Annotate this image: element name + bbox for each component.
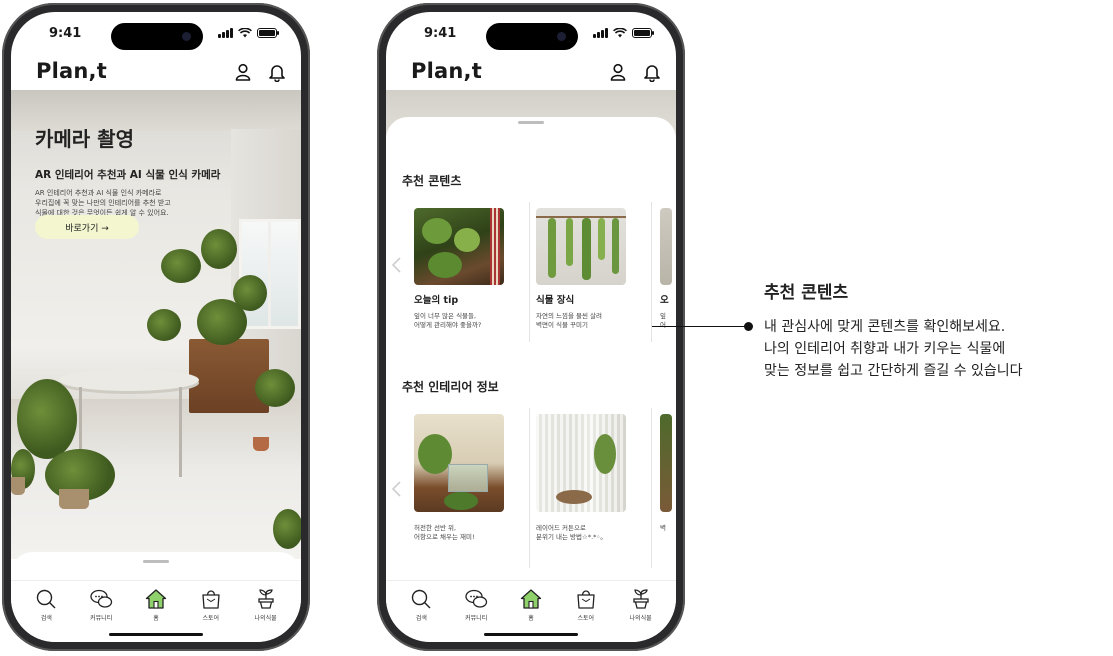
card-image-partial [660,414,672,512]
status-time: 9:41 [49,26,82,41]
notification-bell-icon[interactable] [642,62,662,82]
card-image-hanging-plants [536,208,626,285]
card-image-aquarium-shelf [414,414,504,512]
battery-icon [257,28,279,38]
phone-screen: 9:41 Plan,t 카메라 촬영 AR 인테리어 추천과 AI 식물 인식 … [11,12,301,642]
tab-home[interactable]: 홈 [504,587,559,622]
shortcut-button[interactable]: 바로가기 → [35,215,139,239]
battery-icon [632,28,654,38]
phone-mockup-home: 9:41 Plan,t 카메라 촬영 AR 인테리어 추천과 AI 식물 인식 … [2,3,310,651]
shopping-bag-icon [577,590,595,609]
annotation-body: 내 관심사에 맞게 콘텐츠를 확인해보세요. 나의 인테리어 취향과 내가 키우… [764,319,1023,379]
recommendations-bottom-sheet[interactable]: 추천 콘텐츠 오늘의 tip 잎이 너무 많은 식물들, 어떻게 관리해야 좋을… [386,117,676,582]
home-indicator[interactable] [109,633,203,636]
status-bar: 9:41 [386,12,676,56]
wifi-icon [238,28,252,38]
content-card[interactable]: 오늘의 tip 잎이 너무 많은 식물들, 어떻게 관리해야 좋을까? [404,208,514,330]
hero-description: AR 인테리어 추천과 AI 식물 인식 카메라로 우리집에 꼭 맞는 나만의 … [35,189,171,217]
app-logo[interactable]: Plan,t [411,59,482,83]
card-image-partial [660,208,672,285]
dynamic-island [111,23,203,50]
home-icon [520,589,542,609]
tab-community[interactable]: 커뮤니티 [74,587,129,622]
notification-bell-icon[interactable] [267,62,287,82]
phone-screen: 9:41 Plan,t 추천 콘텐츠 오늘의 tip 잎이 너무 많은 식물들,… [386,12,676,642]
dynamic-island [486,23,578,50]
chat-bubbles-icon [90,589,113,608]
sheet-drag-handle[interactable] [143,560,169,563]
home-icon [145,589,167,609]
hero-subtitle: AR 인테리어 추천과 AI 식물 인식 카메라 [35,169,221,181]
cellular-signal-icon [218,28,233,38]
card-title: 오 [660,295,669,306]
sheet-drag-handle[interactable] [518,121,544,124]
card-description: 자연의 느낌을 물씬 살려 벽면이 식물 꾸미기 [536,312,602,329]
status-time: 9:41 [424,26,457,41]
annotation-dot [744,322,753,331]
hero-title: 카메라 촬영 [35,127,134,151]
card-image-layered-curtains [536,414,626,512]
tab-home[interactable]: 홈 [129,587,184,622]
card-title: 식물 장식 [536,295,575,306]
tab-store[interactable]: 스토어 [558,587,613,622]
interior-card-partial[interactable]: 벽 [650,414,676,533]
annotation-title: 추천 콘텐츠 [764,283,849,303]
interior-card[interactable]: 레이어드 커튼으로 분위기 내는 방법☆*.*◦。 [526,414,636,542]
shopping-bag-icon [202,590,220,609]
user-profile-icon[interactable] [608,62,628,82]
tab-store[interactable]: 스토어 [183,587,238,622]
status-bar: 9:41 [11,12,301,56]
card-description: 레이어드 커튼으로 분위기 내는 방법☆*.*◦。 [536,524,607,541]
card-image-plant-shelf [414,208,504,285]
wifi-icon [613,28,627,38]
app-header: Plan,t [386,56,676,90]
annotation-connector-line [652,326,747,327]
app-logo[interactable]: Plan,t [36,59,107,83]
user-profile-icon[interactable] [233,62,253,82]
content-card[interactable]: 식물 장식 자연의 느낌을 물씬 살려 벽면이 식물 꾸미기 [526,208,636,330]
tab-my-plants[interactable]: 나의식물 [613,587,668,622]
chevron-left-icon[interactable] [390,480,402,498]
chevron-left-icon[interactable] [390,256,402,274]
tab-community[interactable]: 커뮤니티 [449,587,504,622]
search-icon [37,589,56,609]
plant-pot-icon [257,589,274,609]
plant-pot-icon [632,589,649,609]
card-description: 벽 [660,524,666,532]
interior-card[interactable]: 허전한 선반 위, 어항으로 채우는 재미! [404,414,514,542]
tab-my-plants[interactable]: 나의식물 [238,587,293,622]
content-card-partial[interactable]: 오 잎 어 [650,208,676,330]
card-description: 잎이 너무 많은 식물들, 어떻게 관리해야 좋을까? [414,312,482,329]
bottom-tab-bar: 검색 커뮤니티 홈 스토어 나의식물 [11,580,301,642]
card-description: 허전한 선반 위, 어항으로 채우는 재미! [414,524,475,541]
tab-search[interactable]: 검색 [394,587,449,622]
hero-banner-photo[interactable]: 카메라 촬영 AR 인테리어 추천과 AI 식물 인식 카메라 AR 인테리어 … [11,89,301,559]
section-title-recommended-content: 추천 콘텐츠 [402,174,462,188]
card-title: 오늘의 tip [414,295,459,306]
chat-bubbles-icon [465,589,488,608]
home-indicator[interactable] [484,633,578,636]
section-title-interior-info: 추천 인테리어 정보 [402,380,499,394]
phone-mockup-recommendations: 9:41 Plan,t 추천 콘텐츠 오늘의 tip 잎이 너무 많은 식물들,… [377,3,685,651]
app-header: Plan,t [11,56,301,90]
search-icon [412,589,431,609]
cellular-signal-icon [593,28,608,38]
card-description: 잎 어 [660,312,666,329]
bottom-tab-bar: 검색 커뮤니티 홈 스토어 나의식물 [386,580,676,642]
tab-search[interactable]: 검색 [19,587,74,622]
